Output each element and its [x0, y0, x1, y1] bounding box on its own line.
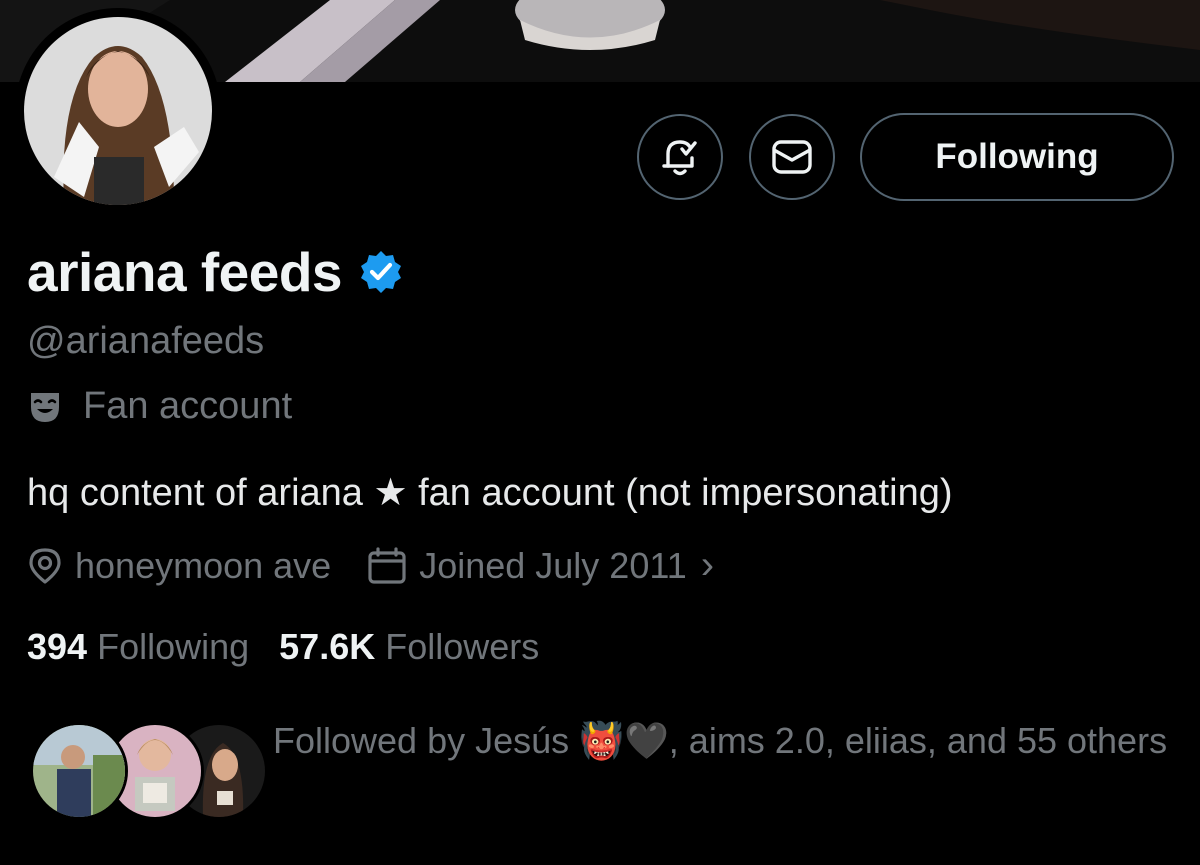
verified-badge-icon[interactable]: [358, 249, 404, 295]
location-item: honeymoon ave: [27, 545, 331, 587]
followers-stat[interactable]: 57.6K Followers: [279, 626, 539, 668]
following-label: Following: [97, 626, 250, 667]
followers-you-know-facepile[interactable]: [30, 722, 268, 822]
followed-by-prefix: Followed by Jesús: [273, 720, 580, 761]
profile-handle: @arianafeeds: [27, 320, 265, 362]
profile-meta: honeymoon ave Joined July 2011 ›: [27, 543, 714, 588]
joined-text: Joined July 2011: [419, 544, 687, 586]
display-name: ariana feeds: [27, 240, 404, 304]
calendar-icon: [368, 546, 406, 584]
envelope-icon: [772, 140, 812, 174]
profile-bio: hq content of ariana ★ fan account (not …: [27, 472, 953, 514]
followers-count: 57.6K: [279, 626, 376, 667]
followed-by-text[interactable]: Followed by Jesús 👹🖤, aims 2.0, eliias, …: [273, 712, 1173, 769]
followers-label: Followers: [385, 626, 540, 667]
followed-by-suffix: , aims 2.0, eliias, and 55 others: [668, 720, 1168, 761]
joined-item[interactable]: Joined July 2011 ›: [367, 543, 714, 588]
notifications-button[interactable]: [637, 114, 723, 200]
following-button-label: Following: [935, 137, 1099, 176]
follower-avatar: [30, 722, 128, 820]
avatar-image: [24, 17, 212, 205]
theater-mask-icon: [31, 392, 59, 422]
location-pin-icon: [29, 547, 61, 584]
profile-category: Fan account: [27, 385, 292, 428]
followed-by-emoji: 👹🖤: [579, 720, 669, 761]
profile-avatar[interactable]: [15, 8, 221, 214]
following-count: 394: [27, 626, 88, 667]
profile-stats: 394 Following 57.6K Followers: [27, 626, 539, 668]
following-button[interactable]: Following: [860, 113, 1174, 201]
following-stat[interactable]: 394 Following: [27, 626, 249, 668]
bell-check-icon: [662, 140, 697, 176]
category-label: Fan account: [83, 385, 293, 427]
location-text: honeymoon ave: [75, 544, 332, 586]
chevron-right-icon: ›: [700, 543, 715, 587]
message-button[interactable]: [749, 114, 835, 200]
display-name-text: ariana feeds: [27, 241, 343, 303]
